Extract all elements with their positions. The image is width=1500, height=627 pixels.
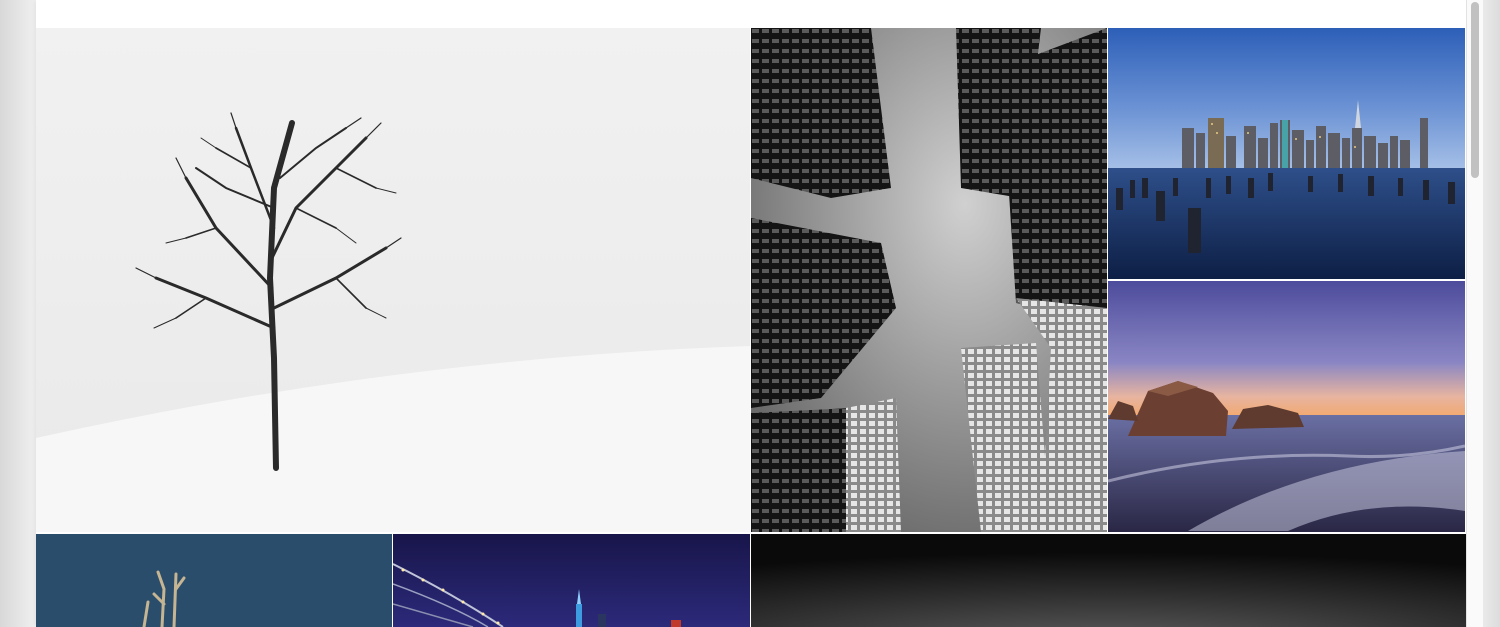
photo-rocky-beach[interactable]: [1108, 281, 1465, 532]
scrollbar-thumb[interactable]: [1471, 2, 1479, 178]
photo-branches[interactable]: [36, 534, 392, 627]
branches-photo-image: [36, 534, 392, 627]
photo-dark-gradient[interactable]: [751, 534, 1466, 627]
skyscrapers-photo-image: [751, 28, 1107, 532]
dark-photo-image: [751, 534, 1466, 627]
beach-photo-image: [1108, 281, 1465, 532]
vertical-scrollbar[interactable]: [1466, 0, 1483, 627]
gallery-page: [36, 0, 1466, 627]
photo-tree-in-snow[interactable]: [36, 28, 750, 532]
photo-bridge-night[interactable]: [393, 534, 750, 627]
skyline-photo-image: [1108, 28, 1465, 279]
photo-skyscrapers[interactable]: [751, 28, 1107, 532]
photo-city-skyline-pier[interactable]: [1108, 28, 1465, 279]
bridge-photo-image: [393, 534, 750, 627]
tree-photo-image: [36, 28, 750, 532]
